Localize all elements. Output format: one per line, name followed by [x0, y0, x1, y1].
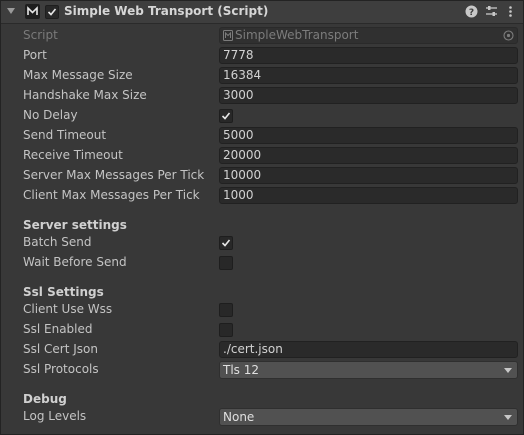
client-max-messages-field[interactable]: 1000 — [219, 187, 518, 204]
no-delay-checkbox[interactable] — [219, 109, 233, 123]
port-label: Port — [23, 48, 47, 62]
batch-send-label: Batch Send — [23, 235, 92, 249]
component-header[interactable]: Simple Web Transport (Script) ? — [1, 1, 523, 24]
more-options-icon[interactable] — [504, 5, 517, 18]
inspector-panel: Simple Web Transport (Script) ? Script S… — [0, 0, 524, 435]
chevron-down-icon — [504, 368, 512, 373]
server-settings-header: Server settings — [23, 218, 127, 232]
max-message-size-field[interactable]: 16384 — [219, 67, 518, 84]
svg-text:?: ? — [469, 8, 474, 18]
debug-header: Debug — [23, 392, 67, 406]
script-label: Script — [23, 28, 58, 42]
handshake-max-size-row: Handshake Max Size 3000 — [1, 86, 523, 106]
wait-before-send-checkbox[interactable] — [219, 256, 233, 270]
chevron-down-icon — [504, 415, 512, 420]
max-message-size-row: Max Message Size 16384 — [1, 66, 523, 86]
log-levels-row: Log Levels None — [1, 407, 523, 427]
client-use-wss-label: Client Use Wss — [23, 302, 113, 316]
receive-timeout-label: Receive Timeout — [23, 148, 123, 162]
port-row: Port 7778 — [1, 46, 523, 66]
wait-before-send-row: Wait Before Send — [1, 253, 523, 273]
client-use-wss-row: Client Use Wss — [1, 300, 523, 320]
handshake-max-size-label: Handshake Max Size — [23, 88, 147, 102]
server-max-messages-label: Server Max Messages Per Tick — [23, 168, 205, 182]
script-row: Script SimpleWebTransport — [1, 26, 523, 46]
no-delay-label: No Delay — [23, 108, 78, 122]
ssl-cert-json-row: Ssl Cert Json ./cert.json — [1, 340, 523, 360]
component-title: Simple Web Transport (Script) — [64, 4, 269, 18]
script-value: SimpleWebTransport — [235, 28, 359, 42]
send-timeout-label: Send Timeout — [23, 128, 107, 142]
client-use-wss-checkbox[interactable] — [219, 303, 233, 317]
ssl-protocols-row: Ssl Protocols Tls 12 — [1, 360, 523, 380]
presets-icon[interactable] — [485, 5, 498, 18]
ssl-enabled-label: Ssl Enabled — [23, 322, 93, 336]
script-object-field[interactable]: SimpleWebTransport — [219, 27, 518, 44]
ssl-protocols-dropdown[interactable]: Tls 12 — [219, 361, 518, 379]
help-icon[interactable]: ? — [465, 5, 478, 18]
server-max-messages-field[interactable]: 10000 — [219, 167, 518, 184]
ssl-protocols-value: Tls 12 — [223, 363, 259, 377]
handshake-max-size-field[interactable]: 3000 — [219, 87, 518, 104]
batch-send-row: Batch Send — [1, 233, 523, 253]
mirror-script-icon — [25, 4, 40, 19]
log-levels-value: None — [223, 410, 255, 424]
port-field[interactable]: 7778 — [219, 47, 518, 64]
client-max-messages-row: Client Max Messages Per Tick 1000 — [1, 186, 523, 206]
object-picker-icon[interactable] — [503, 30, 514, 45]
ssl-protocols-label: Ssl Protocols — [23, 362, 99, 376]
log-levels-label: Log Levels — [23, 409, 87, 423]
ssl-cert-json-label: Ssl Cert Json — [23, 342, 98, 356]
server-max-messages-row: Server Max Messages Per Tick 10000 — [1, 166, 523, 186]
receive-timeout-field[interactable]: 20000 — [219, 147, 518, 164]
ssl-enabled-row: Ssl Enabled — [1, 320, 523, 340]
component-enabled-checkbox[interactable] — [45, 5, 59, 19]
log-levels-dropdown[interactable]: None — [219, 408, 518, 426]
wait-before-send-label: Wait Before Send — [23, 255, 127, 269]
batch-send-checkbox[interactable] — [219, 236, 233, 250]
ssl-enabled-checkbox[interactable] — [219, 323, 233, 337]
max-message-size-label: Max Message Size — [23, 68, 133, 82]
no-delay-row: No Delay — [1, 106, 523, 126]
script-file-icon — [223, 30, 233, 45]
ssl-settings-header: Ssl Settings — [23, 285, 104, 299]
foldout-arrow-icon[interactable] — [7, 8, 15, 14]
client-max-messages-label: Client Max Messages Per Tick — [23, 188, 200, 202]
ssl-cert-json-field[interactable]: ./cert.json — [219, 341, 518, 358]
receive-timeout-row: Receive Timeout 20000 — [1, 146, 523, 166]
send-timeout-field[interactable]: 5000 — [219, 127, 518, 144]
send-timeout-row: Send Timeout 5000 — [1, 126, 523, 146]
